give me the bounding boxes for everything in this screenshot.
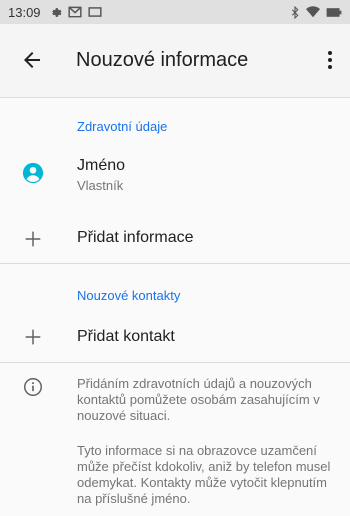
info-paragraph-2: Tyto informace si na obrazovce uzamčení … [77, 443, 331, 506]
status-time: 13:09 [8, 4, 41, 20]
section-title-health: Zdravotní údaje [77, 119, 168, 134]
add-contact-label: Přidat kontakt [77, 328, 175, 345]
info-icon [22, 376, 44, 398]
bluetooth-icon [290, 5, 300, 19]
section-title-contacts: Nouzové kontakty [77, 288, 181, 303]
more-vert-icon[interactable] [318, 48, 342, 72]
divider [0, 362, 350, 363]
mail-icon [67, 6, 82, 18]
name-title: Jméno [77, 157, 126, 174]
info-paragraph-1: Přidáním zdravotních údajů a nouzových k… [77, 376, 320, 423]
page-title: Nouzové informace [76, 49, 249, 71]
gear-icon [49, 6, 62, 19]
divider [0, 263, 350, 264]
account-icon [22, 162, 44, 184]
back-arrow-icon[interactable] [20, 48, 44, 72]
add-info-label: Přidat informace [77, 229, 194, 246]
battery-icon [326, 7, 342, 18]
plus-icon [22, 326, 44, 348]
screen-icon [87, 6, 102, 18]
wifi-icon [306, 6, 320, 18]
app-bar: Nouzové informace [0, 24, 350, 98]
plus-icon [22, 228, 44, 250]
status-bar: 13:09 [0, 0, 350, 24]
name-subtitle: Vlastník [77, 178, 124, 193]
